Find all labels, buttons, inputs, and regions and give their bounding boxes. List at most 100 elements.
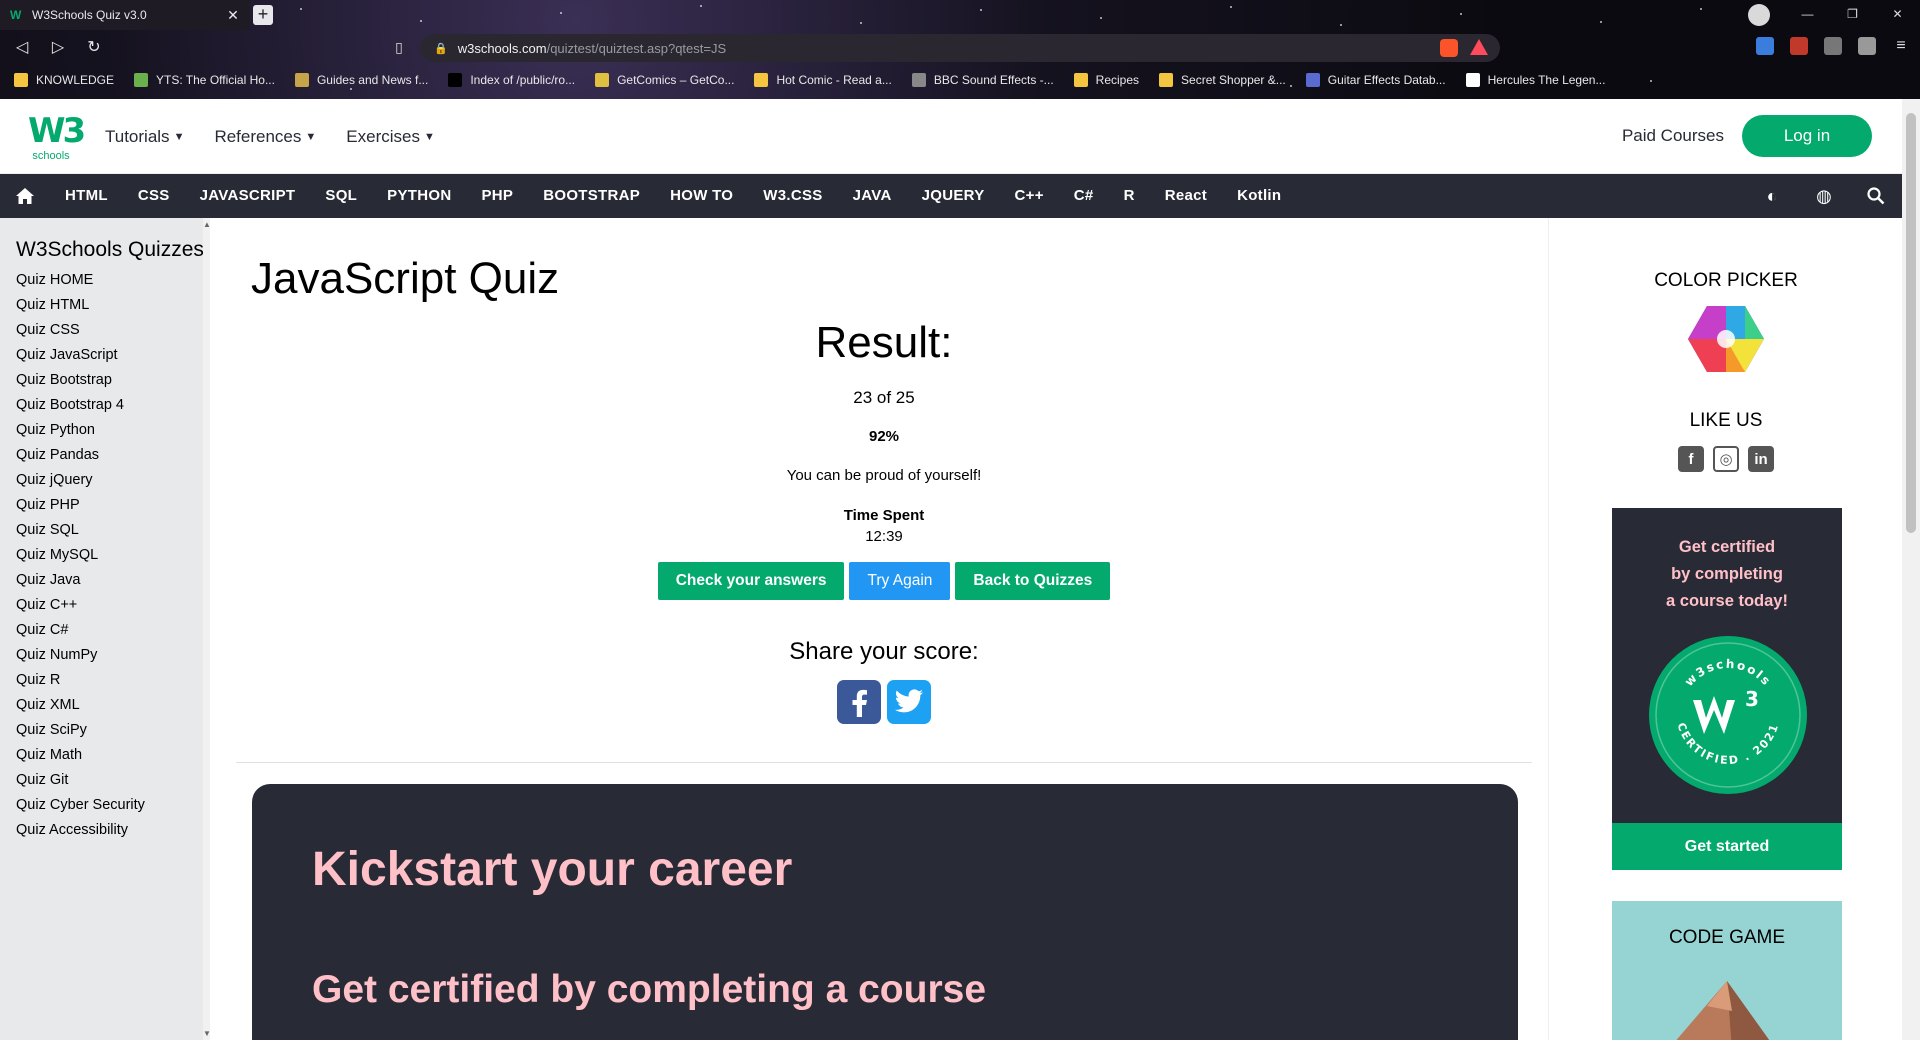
color-picker-title[interactable]: COLOR PICKER [1549, 270, 1903, 292]
subnav-item-css[interactable]: CSS [123, 174, 185, 218]
sidebar-item-quiz-cyber-security[interactable]: Quiz Cyber Security [0, 793, 210, 818]
bookmark-item[interactable]: GetComics – GetCo... [595, 73, 734, 87]
sidebar-item-quiz-accessibility[interactable]: Quiz Accessibility [0, 818, 210, 843]
sidebar-item-quiz-java[interactable]: Quiz Java [0, 568, 210, 593]
brave-shield-icon[interactable] [1440, 39, 1458, 57]
browser-tab[interactable]: W W3Schools Quiz v3.0 ✕ [0, 0, 250, 30]
sidebar-item-quiz-c-[interactable]: Quiz C++ [0, 593, 210, 618]
paid-courses-link[interactable]: Paid Courses [1622, 126, 1724, 146]
scroll-up-icon[interactable]: ▲ [203, 220, 211, 229]
topic-navbar: HTML CSS JAVASCRIPT SQL PYTHON PHP BOOTSTRAP HO… [0, 174, 1902, 218]
bookmark-item[interactable]: YTS: The Official Ho... [134, 73, 275, 87]
sidebar-item-quiz-bootstrap-4[interactable]: Quiz Bootstrap 4 [0, 393, 210, 418]
settings-extension-icon[interactable] [1824, 37, 1842, 55]
subnav-item-python[interactable]: PYTHON [372, 174, 466, 218]
sidebar-item-quiz-jquery[interactable]: Quiz jQuery [0, 468, 210, 493]
subnav-item-jquery[interactable]: JQUERY [907, 174, 1000, 218]
sidebar-item-quiz-css[interactable]: Quiz CSS [0, 318, 210, 343]
bookmark-item[interactable]: Recipes [1073, 73, 1139, 87]
sidebar-item-quiz-php[interactable]: Quiz PHP [0, 493, 210, 518]
search-icon[interactable] [1850, 174, 1902, 218]
certification-ad[interactable]: Get certified by completing a course tod… [1612, 508, 1842, 870]
bookmark-item[interactable]: KNOWLEDGE [14, 73, 114, 87]
w3schools-logo[interactable]: W3 schools [28, 114, 86, 162]
close-tab-icon[interactable]: ✕ [224, 7, 242, 24]
contrast-toggle-icon[interactable]: ◐ [1746, 174, 1798, 218]
menu-exercises-label: Exercises [346, 127, 420, 146]
scrollbar-thumb[interactable] [1906, 113, 1916, 533]
facebook-icon[interactable]: f [1678, 446, 1704, 472]
subnav-item-javascript[interactable]: JAVASCRIPT [185, 174, 311, 218]
sidebar-item-quiz-scipy[interactable]: Quiz SciPy [0, 718, 210, 743]
bookmark-item[interactable]: Guides and News f... [294, 73, 428, 87]
instagram-icon[interactable]: ◎ [1713, 446, 1739, 472]
forward-icon[interactable]: ▷ [44, 34, 72, 62]
subnav-item-c-[interactable]: C# [1059, 174, 1109, 218]
facebook-share-icon[interactable] [837, 680, 881, 724]
bookmark-item[interactable]: Hercules The Legen... [1465, 73, 1605, 87]
sidebar-item-quiz-bootstrap[interactable]: Quiz Bootstrap [0, 368, 210, 393]
page-title: JavaScript Quiz [251, 254, 560, 303]
sidebar-scrollbar[interactable]: ▲ ▼ [203, 218, 211, 1040]
bookmark-item[interactable]: BBC Sound Effects -... [911, 73, 1054, 87]
sidebar-item-quiz-sql[interactable]: Quiz SQL [0, 518, 210, 543]
sidebar-item-quiz-home[interactable]: Quiz HOME [0, 268, 210, 293]
subnav-item-php[interactable]: PHP [466, 174, 528, 218]
sidebar-item-quiz-c-[interactable]: Quiz C# [0, 618, 210, 643]
menu-icon[interactable]: ≡ [1892, 37, 1910, 55]
subnav-item-java[interactable]: JAVA [838, 174, 907, 218]
reload-icon[interactable]: ↻ [80, 34, 108, 62]
sidebar-item-quiz-git[interactable]: Quiz Git [0, 768, 210, 793]
get-started-button[interactable]: Get started [1612, 823, 1842, 870]
sidebar-item-quiz-pandas[interactable]: Quiz Pandas [0, 443, 210, 468]
login-button[interactable]: Log in [1742, 115, 1872, 157]
subnav-item-react[interactable]: React [1150, 174, 1222, 218]
bookmark-item[interactable]: Secret Shopper &... [1159, 73, 1286, 87]
sidebar-item-quiz-mysql[interactable]: Quiz MySQL [0, 543, 210, 568]
sidebar-item-quiz-numpy[interactable]: Quiz NumPy [0, 643, 210, 668]
maximize-button[interactable]: ❐ [1830, 0, 1875, 28]
menu-tutorials[interactable]: Tutorials ▼ [105, 127, 184, 147]
subnav-item-r[interactable]: R [1109, 174, 1150, 218]
close-window-button[interactable]: ✕ [1875, 0, 1920, 28]
sidebar-item-quiz-python[interactable]: Quiz Python [0, 418, 210, 443]
subnav-item-kotlin[interactable]: Kotlin [1222, 174, 1296, 218]
globe-icon[interactable]: ◍ [1798, 174, 1850, 218]
menu-exercises[interactable]: Exercises ▼ [346, 127, 435, 147]
sidebar-item-quiz-html[interactable]: Quiz HTML [0, 293, 210, 318]
subnav-item-html[interactable]: HTML [50, 174, 123, 218]
back-icon[interactable]: ◁ [8, 34, 36, 62]
new-tab-button[interactable]: + [253, 5, 273, 25]
bookmark-item[interactable]: Hot Comic - Read a... [754, 73, 892, 87]
red-extension-icon[interactable] [1790, 37, 1808, 55]
bookmark-item[interactable]: Guitar Effects Datab... [1305, 73, 1446, 87]
subnav-item-sql[interactable]: SQL [310, 174, 372, 218]
twitter-share-icon[interactable] [887, 680, 931, 724]
scroll-down-icon[interactable]: ▼ [203, 1029, 211, 1038]
address-bar[interactable]: 🔒 w3schools.com /quiztest/quiztest.asp?q… [420, 34, 1500, 62]
puzzle-extensions-icon[interactable] [1858, 37, 1876, 55]
menu-references[interactable]: References ▼ [214, 127, 316, 147]
try-again-button[interactable]: Try Again [849, 562, 951, 600]
bookmark-item[interactable]: Index of /public/ro... [448, 73, 575, 87]
bookmark-icon[interactable]: ▯ [388, 33, 410, 61]
code-game-card[interactable]: CODE GAME [1612, 901, 1842, 1040]
subnav-item-w3-css[interactable]: W3.CSS [748, 174, 837, 218]
home-icon[interactable] [0, 174, 50, 218]
subnav-item-c-[interactable]: C++ [1000, 174, 1059, 218]
subnav-item-bootstrap[interactable]: BOOTSTRAP [528, 174, 655, 218]
sidebar-item-quiz-r[interactable]: Quiz R [0, 668, 210, 693]
profile-avatar-icon[interactable] [1748, 4, 1770, 26]
sidebar-item-quiz-xml[interactable]: Quiz XML [0, 693, 210, 718]
page-scrollbar[interactable] [1902, 99, 1920, 1040]
linkedin-icon[interactable]: in [1748, 446, 1774, 472]
check-answers-button[interactable]: Check your answers [657, 562, 845, 600]
brave-rewards-icon[interactable] [1470, 39, 1488, 55]
sidebar-item-quiz-javascript[interactable]: Quiz JavaScript [0, 343, 210, 368]
color-picker-icon[interactable] [1687, 304, 1765, 374]
sidebar-item-quiz-math[interactable]: Quiz Math [0, 743, 210, 768]
translate-extension-icon[interactable] [1756, 37, 1774, 55]
back-to-quizzes-button[interactable]: Back to Quizzes [955, 562, 1111, 600]
minimize-button[interactable]: — [1785, 0, 1830, 28]
subnav-item-how-to[interactable]: HOW TO [655, 174, 748, 218]
